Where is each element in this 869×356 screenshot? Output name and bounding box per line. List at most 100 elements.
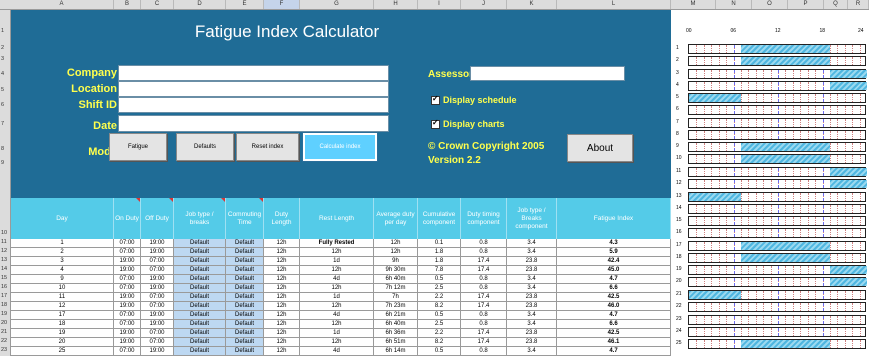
row-header[interactable]: 15 — [0, 275, 10, 281]
cell-off-duty[interactable]: 07:00 — [141, 329, 174, 338]
cell-commuting-time[interactable]: Default — [226, 275, 264, 284]
cell-commuting-time[interactable]: Default — [226, 239, 264, 248]
calculate-index-button[interactable]: Calculate index — [303, 133, 377, 161]
cell-job-type[interactable]: Default — [174, 320, 226, 329]
cell-off-duty[interactable]: 19:00 — [141, 284, 174, 293]
cell-on-duty[interactable]: 19:00 — [114, 329, 141, 338]
row-header[interactable]: 21 — [0, 329, 10, 335]
cell-commuting-time[interactable]: Default — [226, 248, 264, 257]
row-header[interactable]: 20 — [0, 320, 10, 326]
column-header-o[interactable]: O — [752, 0, 788, 9]
cell-on-duty[interactable]: 19:00 — [114, 257, 141, 266]
row-header[interactable]: 14 — [0, 266, 10, 272]
cell-off-duty[interactable]: 07:00 — [141, 302, 174, 311]
cell-job-type[interactable]: Default — [174, 275, 226, 284]
row-header[interactable]: 5 — [0, 87, 10, 93]
cell-job-type[interactable]: Default — [174, 302, 226, 311]
cell-job-type[interactable]: Default — [174, 248, 226, 257]
column-header-j[interactable]: J — [461, 0, 507, 9]
column-header-m[interactable]: M — [671, 0, 716, 9]
cell-on-duty[interactable]: 19:00 — [114, 293, 141, 302]
company-field[interactable] — [118, 65, 389, 81]
reset-index-button[interactable]: Reset index — [236, 133, 299, 161]
row-header[interactable]: 2 — [0, 45, 10, 51]
checkbox-checked-icon[interactable]: ✓ — [431, 118, 440, 129]
cell-off-duty[interactable]: 07:00 — [141, 257, 174, 266]
row-header[interactable]: 6 — [0, 102, 10, 108]
cell-off-duty[interactable]: 19:00 — [141, 311, 174, 320]
column-header-h[interactable]: H — [374, 0, 418, 9]
column-header-f[interactable]: F — [264, 0, 300, 9]
column-header-p[interactable]: P — [788, 0, 824, 9]
cell-on-duty[interactable]: 07:00 — [114, 320, 141, 329]
column-header-d[interactable]: D — [174, 0, 226, 9]
defaults-button[interactable]: Defaults — [176, 133, 234, 161]
cell-commuting-time[interactable]: Default — [226, 338, 264, 347]
cell-off-duty[interactable]: 07:00 — [141, 293, 174, 302]
row-header[interactable]: 18 — [0, 302, 10, 308]
column-header-b[interactable]: B — [114, 0, 141, 9]
column-header-k[interactable]: K — [507, 0, 557, 9]
row-header[interactable]: 7 — [0, 121, 10, 127]
cell-job-type[interactable]: Default — [174, 329, 226, 338]
row-header[interactable]: 12 — [0, 248, 10, 254]
row-header[interactable]: 16 — [0, 284, 10, 290]
assessor-field[interactable] — [470, 66, 625, 81]
cell-on-duty[interactable]: 07:00 — [114, 275, 141, 284]
column-header-e[interactable]: E — [226, 0, 264, 9]
cell-off-duty[interactable]: 19:00 — [141, 248, 174, 257]
display-charts-checkbox[interactable]: ✓ Display charts — [431, 118, 505, 129]
cell-commuting-time[interactable]: Default — [226, 266, 264, 275]
column-header-i[interactable]: I — [418, 0, 461, 9]
cell-job-type[interactable]: Default — [174, 284, 226, 293]
location-field[interactable] — [118, 81, 389, 97]
shift-id-field[interactable] — [118, 97, 389, 113]
row-header[interactable]: 8 — [0, 146, 10, 152]
column-header-l[interactable]: L — [557, 0, 671, 9]
cell-commuting-time[interactable]: Default — [226, 347, 264, 356]
column-header-r[interactable]: R — [848, 0, 869, 9]
date-field[interactable] — [118, 115, 389, 132]
cell-job-type[interactable]: Default — [174, 239, 226, 248]
cell-on-duty[interactable]: 07:00 — [114, 311, 141, 320]
cell-off-duty[interactable]: 19:00 — [141, 320, 174, 329]
row-header[interactable]: 13 — [0, 257, 10, 263]
cell-off-duty[interactable]: 19:00 — [141, 239, 174, 248]
column-header-g[interactable]: G — [300, 0, 374, 9]
cell-on-duty[interactable]: 19:00 — [114, 266, 141, 275]
row-header[interactable]: 22 — [0, 338, 10, 344]
row-header[interactable]: 17 — [0, 293, 10, 299]
column-header-q[interactable]: Q — [824, 0, 848, 9]
display-schedule-checkbox[interactable]: ✓ Display schedule — [431, 94, 517, 105]
row-header[interactable]: 23 — [0, 347, 10, 353]
row-header[interactable]: 11 — [0, 239, 10, 245]
about-button[interactable]: About — [567, 134, 633, 162]
row-header[interactable]: 3 — [0, 56, 10, 62]
cell-off-duty[interactable]: 07:00 — [141, 338, 174, 347]
cell-commuting-time[interactable]: Default — [226, 302, 264, 311]
cell-on-duty[interactable]: 07:00 — [114, 347, 141, 356]
cell-job-type[interactable]: Default — [174, 347, 226, 356]
cell-commuting-time[interactable]: Default — [226, 320, 264, 329]
cell-off-duty[interactable]: 19:00 — [141, 275, 174, 284]
cell-off-duty[interactable]: 19:00 — [141, 347, 174, 356]
cell-job-type[interactable]: Default — [174, 311, 226, 320]
cell-commuting-time[interactable]: Default — [226, 257, 264, 266]
cell-on-duty[interactable]: 07:00 — [114, 284, 141, 293]
cell-job-type[interactable]: Default — [174, 266, 226, 275]
column-header-c[interactable]: C — [141, 0, 174, 9]
column-header-n[interactable]: N — [716, 0, 752, 9]
cell-on-duty[interactable]: 19:00 — [114, 338, 141, 347]
cell-job-type[interactable]: Default — [174, 338, 226, 347]
row-header[interactable]: 10 — [0, 230, 10, 236]
fatigue-button[interactable]: Fatigue — [109, 133, 167, 161]
cell-commuting-time[interactable]: Default — [226, 311, 264, 320]
column-header-a[interactable]: A — [10, 0, 114, 9]
cell-off-duty[interactable]: 07:00 — [141, 266, 174, 275]
cell-on-duty[interactable]: 07:00 — [114, 248, 141, 257]
row-header[interactable]: 4 — [0, 71, 10, 77]
row-header[interactable]: 19 — [0, 311, 10, 317]
row-header[interactable]: 9 — [0, 160, 10, 166]
cell-commuting-time[interactable]: Default — [226, 293, 264, 302]
cell-commuting-time[interactable]: Default — [226, 284, 264, 293]
